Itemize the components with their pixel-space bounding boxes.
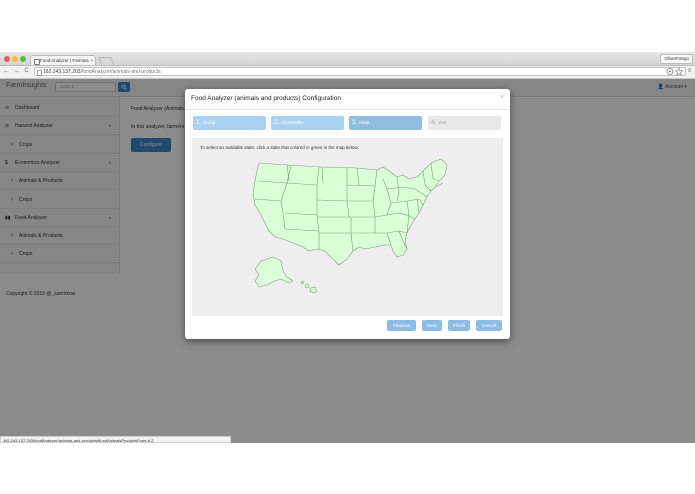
url-path: /foodAnalyzer/animals-and-products	[80, 69, 161, 75]
wizard-step-1[interactable]: 1. Group	[193, 116, 266, 130]
close-tab-icon[interactable]: ×	[90, 56, 93, 65]
menu-icon[interactable]: ≡	[685, 67, 694, 76]
browser-status-bar: 162.243.137.203/foodAnalyzer/animals-and…	[0, 436, 231, 443]
next-button[interactable]: Next	[422, 320, 442, 331]
hawaii-shape	[309, 286, 318, 294]
alaska-shape	[254, 256, 294, 288]
forward-arrow-icon[interactable]: →	[12, 67, 21, 76]
finish-button[interactable]: Finish	[448, 320, 470, 331]
extension-icon[interactable]	[666, 67, 674, 76]
map-panel: To select an available state, click a st…	[192, 138, 503, 316]
hawaii-shape	[304, 283, 310, 289]
step-number: 3.	[352, 119, 358, 126]
step-label: Commodity	[280, 120, 304, 125]
close-icon[interactable]: ×	[500, 94, 504, 101]
url-host: 162.243.137.203	[43, 69, 81, 75]
new-tab-button[interactable]	[98, 57, 115, 66]
wizard-step-4: 4. Year	[428, 116, 501, 130]
tab-title: Food Analyzer | Farmins	[40, 58, 89, 63]
hawaii-shape	[300, 280, 305, 285]
us-states-map[interactable]	[247, 153, 457, 311]
minimize-window-button[interactable]	[12, 56, 18, 62]
address-bar[interactable]: 162.243.137.203/foodAnalyzer/animals-and…	[34, 67, 686, 76]
wizard-step-2[interactable]: 2. Commodity	[271, 116, 344, 130]
close-window-button[interactable]	[4, 56, 10, 62]
profile-button[interactable]: OliverFango	[660, 54, 693, 64]
wizard-step-3[interactable]: 3. State	[349, 116, 422, 130]
browser-titlebar: Food Analyzer | Farmins × OliverFango	[0, 52, 695, 66]
cancel-button[interactable]: Cancel	[476, 320, 502, 331]
step-number: 2.	[274, 119, 280, 126]
step-label: State	[358, 120, 370, 125]
maximize-window-button[interactable]	[20, 56, 26, 62]
bookmark-star-icon[interactable]	[674, 67, 684, 76]
step-number: 1.	[196, 119, 202, 126]
modal-title: Food Analyzer (animals and products) Con…	[191, 95, 341, 102]
back-arrow-icon[interactable]: ←	[2, 67, 11, 76]
page-icon	[34, 59, 40, 65]
browser-tab[interactable]: Food Analyzer | Farmins ×	[30, 55, 96, 65]
modal-divider	[185, 109, 510, 110]
step-number: 4.	[431, 119, 437, 126]
configuration-modal: Food Analyzer (animals and products) Con…	[185, 89, 510, 339]
reload-icon[interactable]: C	[22, 67, 31, 76]
browser-toolbar: ← → C 162.243.137.203/foodAnalyzer/anima…	[0, 66, 695, 79]
step-label: Group	[202, 120, 216, 125]
map-instruction: To select an available state, click a st…	[200, 145, 359, 150]
previous-button[interactable]: Previous	[387, 320, 416, 331]
page-icon	[37, 69, 42, 76]
step-label: Year	[437, 120, 447, 125]
us-mainland-shape	[252, 158, 448, 266]
